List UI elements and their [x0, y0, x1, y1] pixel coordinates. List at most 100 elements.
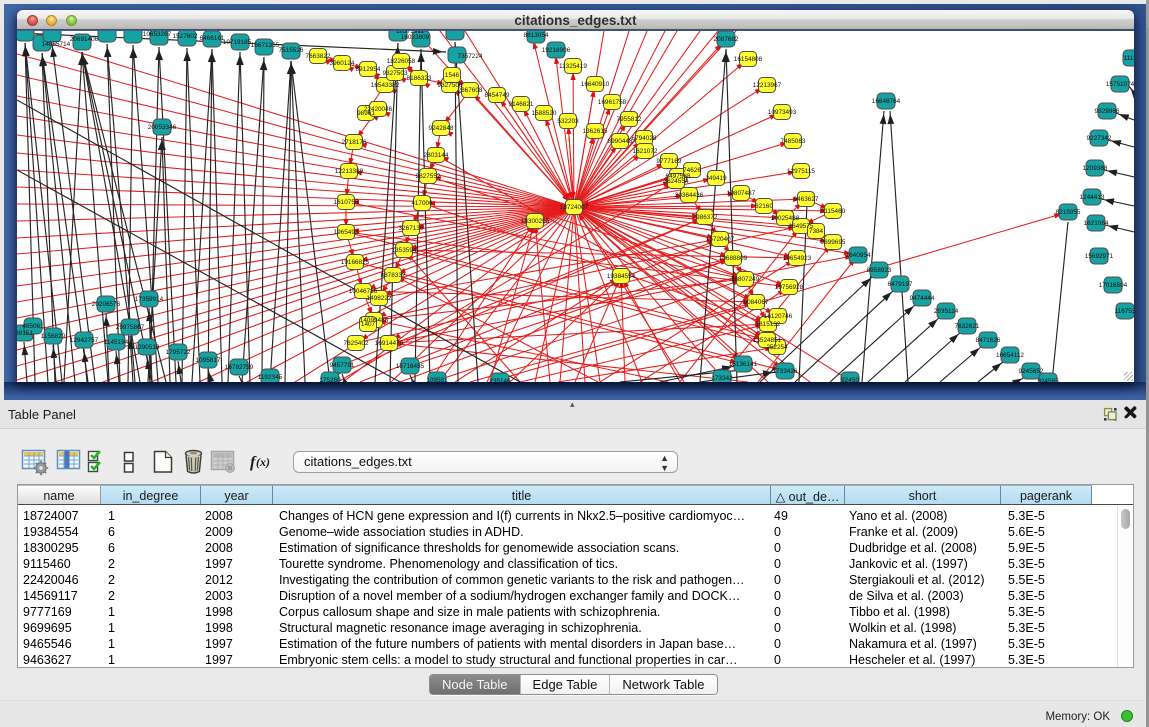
svg-text:1353594: 1353594	[392, 247, 417, 254]
svg-text:6479197: 6479197	[888, 281, 913, 288]
svg-text:116753: 116753	[1115, 308, 1134, 315]
svg-text:10371311: 10371311	[396, 31, 424, 35]
svg-text:20364436: 20364436	[675, 192, 704, 199]
svg-text:3960124: 3960124	[330, 60, 355, 67]
svg-text:7485063: 7485063	[781, 138, 806, 145]
svg-text:10653267: 10653267	[143, 31, 172, 38]
svg-text:1095817: 1095817	[196, 357, 221, 364]
svg-text:235146: 235146	[489, 378, 511, 382]
svg-text:10973493: 10973493	[768, 109, 797, 116]
svg-text:15692971: 15692971	[1085, 253, 1114, 260]
svg-text:9115460: 9115460	[821, 208, 846, 215]
svg-text:1145194: 1145194	[104, 339, 129, 346]
svg-text:19756928: 19756928	[775, 284, 804, 291]
svg-text:92450: 92450	[841, 377, 859, 382]
svg-text:2718176: 2718176	[342, 139, 367, 146]
svg-text:16671355: 16671355	[251, 42, 280, 49]
svg-text:14055714: 14055714	[42, 41, 71, 48]
svg-text:1546: 1546	[445, 72, 460, 79]
svg-text:18724007: 18724007	[560, 204, 589, 211]
svg-text:1156829: 1156829	[41, 333, 66, 340]
svg-text:9777169: 9777169	[657, 158, 682, 165]
svg-text:9245652: 9245652	[1019, 368, 1044, 375]
svg-text:2087682: 2087682	[714, 36, 739, 43]
svg-text:9084067: 9084067	[744, 299, 769, 306]
svg-text:1244413: 1244413	[1080, 194, 1105, 201]
svg-text:252254: 252254	[766, 344, 788, 351]
svg-text:1615132: 1615132	[756, 321, 781, 328]
svg-text:10654112: 10654112	[996, 352, 1024, 359]
svg-text:7632621: 7632621	[955, 323, 980, 330]
svg-text:175260: 175260	[319, 377, 341, 382]
svg-text:349419: 349419	[705, 175, 727, 182]
svg-text:1290513: 1290513	[135, 344, 160, 351]
svg-text:12213967: 12213967	[753, 82, 782, 89]
svg-text:19166825: 19166825	[341, 259, 370, 266]
svg-text:16033809: 16033809	[401, 34, 430, 41]
svg-text:22420046: 22420046	[364, 106, 393, 113]
svg-text:10807487: 10807487	[727, 190, 756, 197]
svg-text:74626: 74626	[683, 167, 701, 174]
svg-text:62160: 62160	[755, 203, 773, 210]
svg-text:417006: 417006	[411, 200, 433, 207]
svg-text:15136141: 15136141	[729, 361, 758, 368]
svg-text:7515526: 7515526	[279, 47, 304, 54]
svg-text:1965493: 1965493	[334, 229, 359, 236]
svg-text:9146821: 9146821	[509, 101, 534, 108]
svg-text:12213389: 12213389	[335, 168, 364, 175]
svg-text:6466161: 6466161	[200, 35, 225, 42]
svg-text:29975867: 29975867	[116, 324, 145, 331]
svg-text:6794028: 6794028	[632, 135, 657, 142]
svg-text:9474444: 9474444	[910, 295, 935, 302]
svg-text:(x): (x)	[256, 455, 270, 469]
svg-text:2867608: 2867608	[458, 87, 483, 94]
svg-text:12942757: 12942757	[70, 337, 99, 344]
svg-text:109581: 109581	[426, 377, 448, 382]
svg-text:17016504: 17016504	[1099, 282, 1128, 289]
svg-text:3624554: 3624554	[664, 178, 689, 185]
svg-text:16120746: 16120746	[764, 313, 793, 320]
svg-text:8958923: 8958923	[867, 267, 892, 274]
svg-text:2935114: 2935114	[934, 308, 959, 315]
svg-text:8454749: 8454749	[485, 92, 510, 99]
svg-text:19218906: 19218906	[542, 47, 571, 54]
svg-text:924565: 924565	[1037, 378, 1059, 382]
svg-text:18807249: 18807249	[731, 276, 760, 283]
svg-text:15751074: 15751074	[1106, 81, 1134, 88]
svg-text:7384: 7384	[809, 228, 824, 235]
svg-text:3267130: 3267130	[399, 225, 424, 232]
svg-text:16648764: 16648764	[872, 98, 901, 105]
svg-text:2803144: 2803144	[424, 152, 449, 159]
svg-text:9227342: 9227342	[1087, 135, 1112, 142]
svg-text:8471626: 8471626	[976, 337, 1001, 344]
svg-text:1407: 1407	[361, 321, 376, 328]
svg-text:9827552: 9827552	[416, 173, 441, 180]
svg-text:8186323: 8186323	[407, 75, 432, 82]
svg-text:16543382: 16543382	[371, 82, 400, 89]
svg-text:532203: 532203	[557, 118, 579, 125]
svg-text:1527602: 1527602	[173, 33, 198, 40]
svg-text:1733426: 1733426	[773, 368, 798, 375]
svg-text:7986372: 7986372	[693, 214, 718, 221]
svg-text:20691406: 20691406	[70, 36, 99, 43]
svg-text:8215955: 8215955	[1056, 209, 1081, 216]
svg-text:1498222: 1498222	[367, 295, 392, 302]
svg-text:18300295: 18300295	[521, 218, 550, 225]
svg-text:1362615: 1362615	[583, 128, 608, 135]
svg-text:9327503: 9327503	[383, 70, 408, 77]
svg-text:465061: 465061	[22, 323, 44, 330]
svg-text:19654923: 19654923	[783, 255, 812, 262]
svg-text:15716485: 15716485	[396, 363, 425, 370]
svg-text:10025488: 10025488	[771, 215, 800, 222]
svg-text:16961758: 16961758	[598, 99, 627, 106]
svg-text:1640954: 1640954	[846, 252, 871, 259]
svg-text:1621072: 1621072	[633, 148, 658, 155]
svg-text:16782759: 16782759	[225, 364, 254, 371]
svg-text:18226058: 18226058	[387, 58, 416, 65]
svg-text:9463627: 9463627	[794, 196, 819, 203]
svg-text:1621064: 1621064	[1084, 220, 1109, 227]
svg-text:12975115: 12975115	[787, 168, 815, 175]
svg-text:11124: 11124	[1124, 55, 1134, 62]
svg-text:13524851: 13524851	[753, 337, 782, 344]
svg-text:10688809: 10688809	[719, 255, 748, 262]
